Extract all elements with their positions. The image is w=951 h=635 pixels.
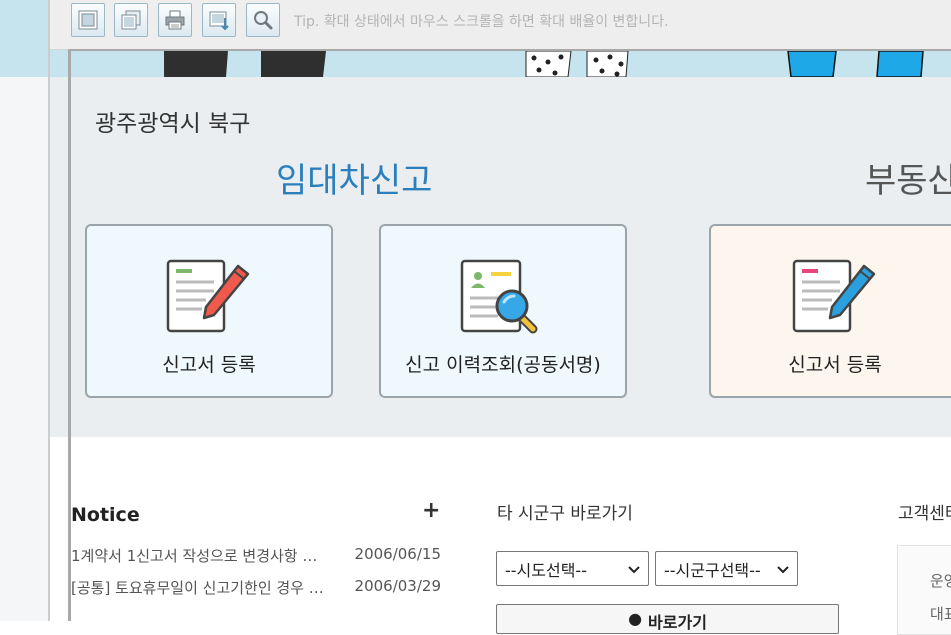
list-item[interactable]: 1계약서 1신고서 작성으로 변경사항 안내 2006/06/15 [71,545,441,566]
toolbar-tip: Tip. 확대 상태에서 마우스 스크롤을 하면 확대 배율이 변합니다. [294,14,669,30]
outer-divider [48,0,50,621]
sigungu-select[interactable]: --시군구선택-- [655,551,798,586]
save-icon[interactable] [202,3,236,37]
real-estate-register-card[interactable]: 신고서 등록 [709,224,951,398]
list-item[interactable]: [공통] 토요휴무일이 신고기한인 경우 안내 2006/03/29 [71,577,441,598]
notice-title: Notice [71,504,140,526]
notice-item-date: 2006/06/15 [354,545,441,563]
zoom-icon[interactable] [246,3,280,37]
notice-item-title[interactable]: [공통] 토요휴무일이 신고기한인 경우 안내 [71,577,326,598]
lease-register-card[interactable]: 신고서 등록 [85,224,333,398]
continuous-page-icon[interactable] [114,3,148,37]
print-icon[interactable] [158,3,192,37]
goto-button-label: 바로가기 [648,613,707,632]
goto-title: 타 시군구 바로가기 [497,504,633,524]
document-search-icon [458,258,548,336]
lease-register-label: 신고서 등록 [162,354,256,376]
real-estate-register-label: 신고서 등록 [788,354,882,376]
lease-history-label: 신고 이력조회(공동서명) [405,354,601,376]
viewer-toolbar: Tip. 확대 상태에서 마우스 스크롤을 하면 확대 배율이 변합니다. [50,0,951,50]
sido-select-value: --시도선택-- [505,560,587,580]
fit-page-icon[interactable] [71,3,105,37]
chevron-down-icon [777,559,789,578]
customer-center-title: 고객센터 [898,504,951,524]
banner-illustration [164,51,924,77]
document-pencil-icon [164,258,254,336]
sido-select[interactable]: --시도선택-- [496,551,649,586]
notice-more-button[interactable]: + [422,498,440,523]
customer-center-line: 운영 [930,572,951,590]
notice-item-date: 2006/03/29 [354,577,441,595]
go-icon: ● [628,609,643,628]
document-pencil-icon [790,258,880,336]
goto-button[interactable]: ● 바로가기 [496,604,839,634]
sigungu-select-value: --시군구선택-- [664,560,761,580]
real-estate-title: 부동산 [865,161,951,201]
lease-history-card[interactable]: 신고 이력조회(공동서명) [379,224,627,398]
region-title: 광주광역시 북구 [95,111,251,137]
notice-item-title[interactable]: 1계약서 1신고서 작성으로 변경사항 안내 [71,545,326,566]
content-banner [71,51,951,77]
lease-report-title: 임대차신고 [276,161,433,201]
outer-left-strip [0,77,48,621]
chevron-down-icon [628,559,640,578]
